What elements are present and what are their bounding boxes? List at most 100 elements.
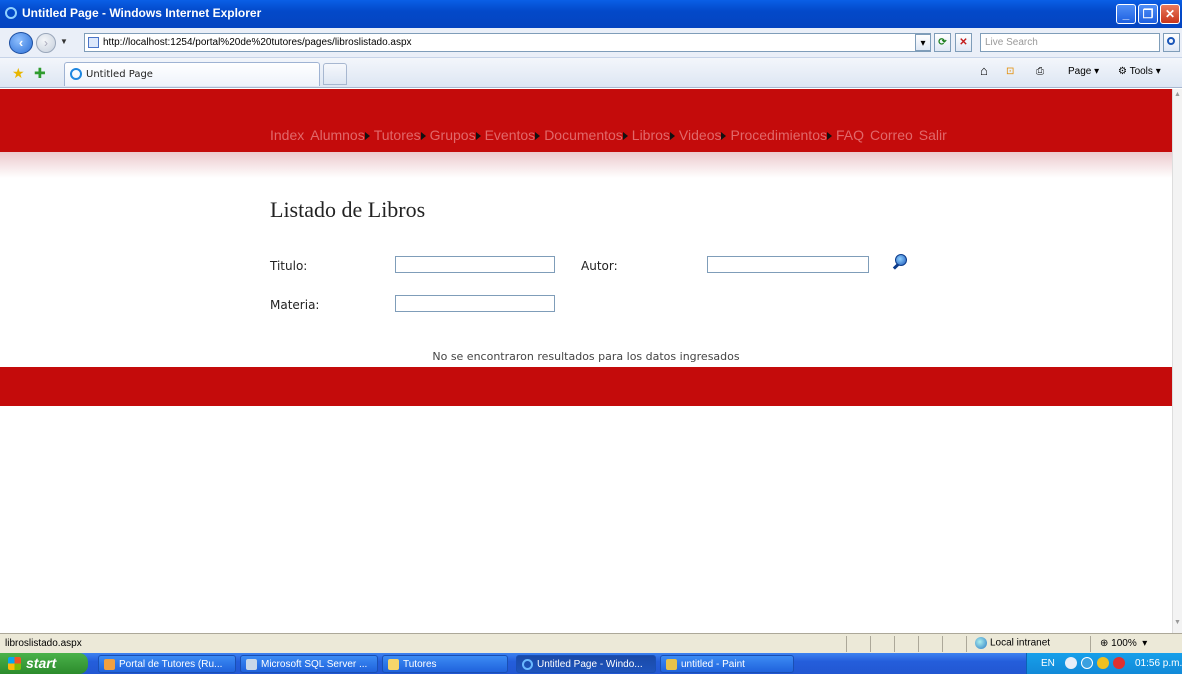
task-label: Microsoft SQL Server ...: [261, 659, 368, 670]
nav-item-label: Grupos: [429, 127, 476, 143]
submenu-arrow-icon: [475, 131, 481, 140]
window-title: Untitled Page - Windows Internet Explore…: [22, 6, 262, 20]
nav-item-grupos[interactable]: Grupos: [430, 127, 485, 143]
taskbar: start Portal de Tutores (Ru... Microsoft…: [0, 653, 1182, 674]
folder-icon: [388, 659, 399, 670]
task-paint[interactable]: untitled - Paint: [660, 655, 794, 673]
page-icon: [88, 37, 99, 48]
tools-menu[interactable]: ⚙ Tools ▾: [1118, 66, 1161, 77]
close-button[interactable]: ✕: [1160, 4, 1180, 24]
nav-item-libros[interactable]: Libros: [632, 127, 679, 143]
forward-button[interactable]: ›: [36, 33, 56, 53]
window-titlebar: Untitled Page - Windows Internet Explore…: [0, 0, 1182, 28]
nav-item-alumnos[interactable]: Alumnos: [310, 127, 373, 143]
alert-icon[interactable]: [1113, 657, 1125, 669]
page-menu[interactable]: Page ▾: [1068, 66, 1099, 77]
windows-logo-icon: [8, 657, 21, 670]
nav-item-label: Procedimientos: [730, 127, 827, 143]
titulo-label: Titulo:: [270, 259, 308, 273]
materia-input[interactable]: [395, 295, 555, 312]
task-ie-untitled-page[interactable]: Untitled Page - Windo...: [516, 655, 656, 673]
submenu-arrow-icon: [622, 131, 628, 140]
site-footer-banner: [0, 367, 1172, 406]
screen: Untitled Page - Windows Internet Explore…: [0, 0, 1182, 674]
add-favorites-icon[interactable]: ✚: [34, 65, 46, 82]
task-tutores-folder[interactable]: Tutores: [382, 655, 508, 673]
nav-item-label: Salir: [918, 127, 947, 143]
nav-item-videos[interactable]: Videos: [679, 127, 731, 143]
search-input[interactable]: Live Search: [980, 33, 1160, 52]
new-tab-button[interactable]: [323, 63, 347, 85]
recent-pages-dropdown-icon[interactable]: ▼: [60, 37, 68, 46]
nav-item-procedimientos[interactable]: Procedimientos: [730, 127, 836, 143]
scroll-up-icon[interactable]: ▲: [1174, 91, 1182, 99]
nav-item-faq[interactable]: FAQ: [836, 127, 864, 143]
paint-icon: [666, 659, 677, 670]
monitor-icon[interactable]: [1081, 657, 1093, 669]
clock[interactable]: 01:56 p.m.: [1135, 658, 1182, 669]
back-button[interactable]: ‹: [9, 32, 33, 54]
nav-item-label: FAQ: [835, 127, 864, 143]
nav-item-label: Eventos: [484, 127, 536, 143]
task-portal-tutores[interactable]: Portal de Tutores (Ru...: [98, 655, 236, 673]
stop-button[interactable]: ✕: [955, 33, 972, 52]
home-icon[interactable]: ⌂: [980, 63, 988, 78]
sql-server-icon: [246, 659, 257, 670]
security-zone[interactable]: Local intranet: [975, 637, 1050, 649]
nav-item-documentos[interactable]: Documentos: [544, 127, 632, 143]
start-button[interactable]: start: [0, 653, 88, 674]
materia-label: Materia:: [270, 298, 320, 312]
nav-item-eventos[interactable]: Eventos: [485, 127, 545, 143]
zoom-control[interactable]: ⊕ 100% ▾: [1100, 638, 1147, 649]
autor-input[interactable]: [707, 256, 869, 273]
scroll-down-icon[interactable]: ▼: [1174, 619, 1182, 627]
page-content: Index Alumnos Tutores Grupos Eventos Document…: [0, 89, 1172, 633]
feeds-icon[interactable]: ⊡: [1006, 66, 1014, 77]
submenu-arrow-icon: [721, 131, 727, 140]
security-shield-icon[interactable]: [1097, 657, 1109, 669]
status-bar: libroslistado.aspx Local intranet ⊕ 100%…: [0, 633, 1182, 653]
site-header-banner: Index Alumnos Tutores Grupos Eventos Document…: [0, 89, 1172, 152]
tab-label: Untitled Page: [86, 69, 153, 80]
task-sql-server[interactable]: Microsoft SQL Server ...: [240, 655, 378, 673]
language-indicator[interactable]: EN: [1041, 658, 1055, 669]
nav-item-label: Videos: [678, 127, 722, 143]
refresh-button[interactable]: ⟳: [934, 33, 951, 52]
ie-page-icon: [70, 68, 82, 80]
titulo-input[interactable]: [395, 256, 555, 273]
vertical-scrollbar[interactable]: ▲ ▼: [1172, 89, 1182, 633]
search-go-button[interactable]: [1163, 33, 1180, 52]
status-text: libroslistado.aspx: [5, 638, 82, 649]
url-text: http://localhost:1254/portal%20de%20tuto…: [103, 37, 412, 48]
restore-button[interactable]: ❐: [1138, 4, 1158, 24]
network-icon[interactable]: [1065, 657, 1077, 669]
minimize-button[interactable]: _: [1116, 4, 1136, 24]
ie-icon: [522, 659, 533, 670]
zone-label: Local intranet: [990, 637, 1051, 649]
nav-item-correo[interactable]: Correo: [870, 127, 913, 143]
favorites-star-icon[interactable]: ★: [12, 65, 25, 82]
nav-item-index[interactable]: Index: [270, 127, 304, 143]
task-label: untitled - Paint: [681, 659, 745, 670]
nav-item-label: Index: [270, 127, 305, 143]
address-dropdown-button[interactable]: ▾: [915, 34, 931, 51]
nav-item-label: Documentos: [544, 127, 623, 143]
autor-label: Autor:: [581, 259, 618, 273]
nav-item-salir[interactable]: Salir: [919, 127, 947, 143]
page-menu-label: Page: [1068, 66, 1092, 77]
submenu-arrow-icon: [364, 131, 370, 140]
page-title: Listado de Libros: [270, 197, 426, 222]
app-icon: [104, 659, 115, 670]
submenu-arrow-icon: [535, 131, 541, 140]
task-label: Tutores: [403, 659, 437, 670]
ie-logo-icon: [5, 7, 17, 19]
tools-menu-label: Tools: [1129, 66, 1153, 77]
start-label: start: [26, 655, 57, 671]
nav-item-label: Tutores: [373, 127, 421, 143]
address-field[interactable]: http://localhost:1254/portal%20de%20tuto…: [84, 33, 931, 52]
print-icon[interactable]: ⎙: [1036, 66, 1044, 77]
search-button[interactable]: [892, 254, 909, 270]
nav-item-label: Correo: [870, 127, 913, 143]
tab-untitled-page[interactable]: Untitled Page: [64, 62, 320, 86]
nav-item-tutores[interactable]: Tutores: [374, 127, 430, 143]
